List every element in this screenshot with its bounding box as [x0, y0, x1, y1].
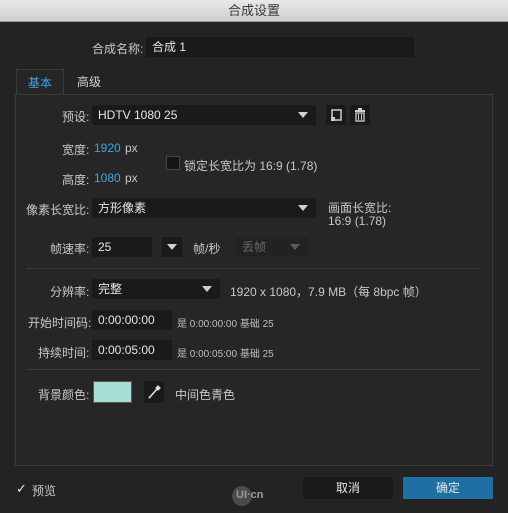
pixel-aspect-value: 方形像素 — [98, 201, 147, 215]
lock-aspect-checkbox[interactable] — [166, 156, 180, 170]
height-label: 高度: — [62, 173, 90, 187]
height-unit: px — [125, 171, 138, 185]
drop-frame-dropdown: 丢帧 — [236, 237, 308, 257]
section-divider — [26, 268, 480, 269]
comp-name-label: 合成名称: — [92, 42, 144, 56]
width-value[interactable]: 1920 — [94, 141, 121, 155]
start-timecode-label: 开始时间码: — [28, 316, 92, 330]
comp-name-input[interactable]: 合成 1 — [146, 37, 414, 57]
frame-rate-input[interactable]: 25 — [92, 237, 152, 257]
pixel-aspect-label: 像素长宽比: — [26, 203, 90, 217]
eyedropper-icon — [148, 385, 161, 399]
preset-dropdown[interactable]: HDTV 1080 25 — [92, 105, 316, 125]
preset-label: 预设: — [62, 110, 90, 124]
start-timecode-info: 是 0:00:00:00 基础 25 — [177, 319, 274, 330]
frame-rate-label: 帧速率: — [50, 242, 90, 256]
chevron-down-icon — [290, 244, 300, 250]
duration-info: 是 0:00:05:00 基础 25 — [177, 349, 274, 360]
eyedropper-button[interactable] — [144, 381, 164, 403]
drop-frame-value: 丢帧 — [242, 240, 267, 254]
window-title: 合成设置 — [0, 0, 508, 22]
ok-button[interactable]: 确定 — [403, 477, 493, 499]
frame-aspect-value: 16:9 (1.78) — [328, 214, 387, 228]
delete-preset-button[interactable] — [350, 105, 370, 125]
watermark-text: UI·cn — [236, 489, 264, 501]
resolution-label: 分辨率: — [50, 285, 90, 299]
resolution-info: 1920 x 1080，7.9 MB（每 8bpc 帧） — [230, 285, 427, 299]
chevron-down-icon — [298, 205, 308, 211]
trash-icon — [355, 108, 365, 122]
tab-advanced[interactable]: 高级 — [66, 69, 112, 95]
chevron-down-icon — [298, 112, 308, 118]
resolution-value: 完整 — [98, 282, 123, 296]
pixel-aspect-dropdown[interactable]: 方形像素 — [92, 198, 316, 218]
width-label: 宽度: — [62, 143, 90, 157]
height-value[interactable]: 1080 — [94, 171, 121, 185]
duration-label: 持续时间: — [38, 346, 90, 360]
bg-color-label: 背景颜色: — [38, 388, 90, 402]
save-preset-icon — [331, 109, 342, 121]
section-divider — [26, 369, 480, 370]
cancel-button[interactable]: 取消 — [303, 477, 393, 499]
frame-rate-unit: 帧/秒 — [193, 242, 221, 256]
checkmark-icon: ✓ — [16, 481, 27, 496]
preview-checkbox[interactable]: ✓ — [16, 482, 29, 495]
tab-basic[interactable]: 基本 — [16, 69, 64, 95]
preview-label: 预览 — [32, 484, 57, 498]
width-unit: px — [125, 141, 138, 155]
duration-input[interactable]: 0:00:05:00 — [92, 340, 172, 360]
bg-color-name: 中间色青色 — [175, 388, 236, 402]
save-preset-button[interactable] — [326, 105, 346, 125]
start-timecode-input[interactable]: 0:00:00:00 — [92, 310, 172, 330]
chevron-down-icon — [202, 286, 212, 292]
resolution-dropdown[interactable]: 完整 — [92, 279, 220, 299]
lock-aspect-label: 锁定长宽比为 16:9 (1.78) — [184, 159, 318, 173]
frame-rate-dropdown-button[interactable] — [162, 237, 182, 257]
bg-color-swatch[interactable] — [93, 381, 132, 403]
chevron-down-icon — [167, 244, 177, 250]
preset-value: HDTV 1080 25 — [98, 108, 178, 122]
